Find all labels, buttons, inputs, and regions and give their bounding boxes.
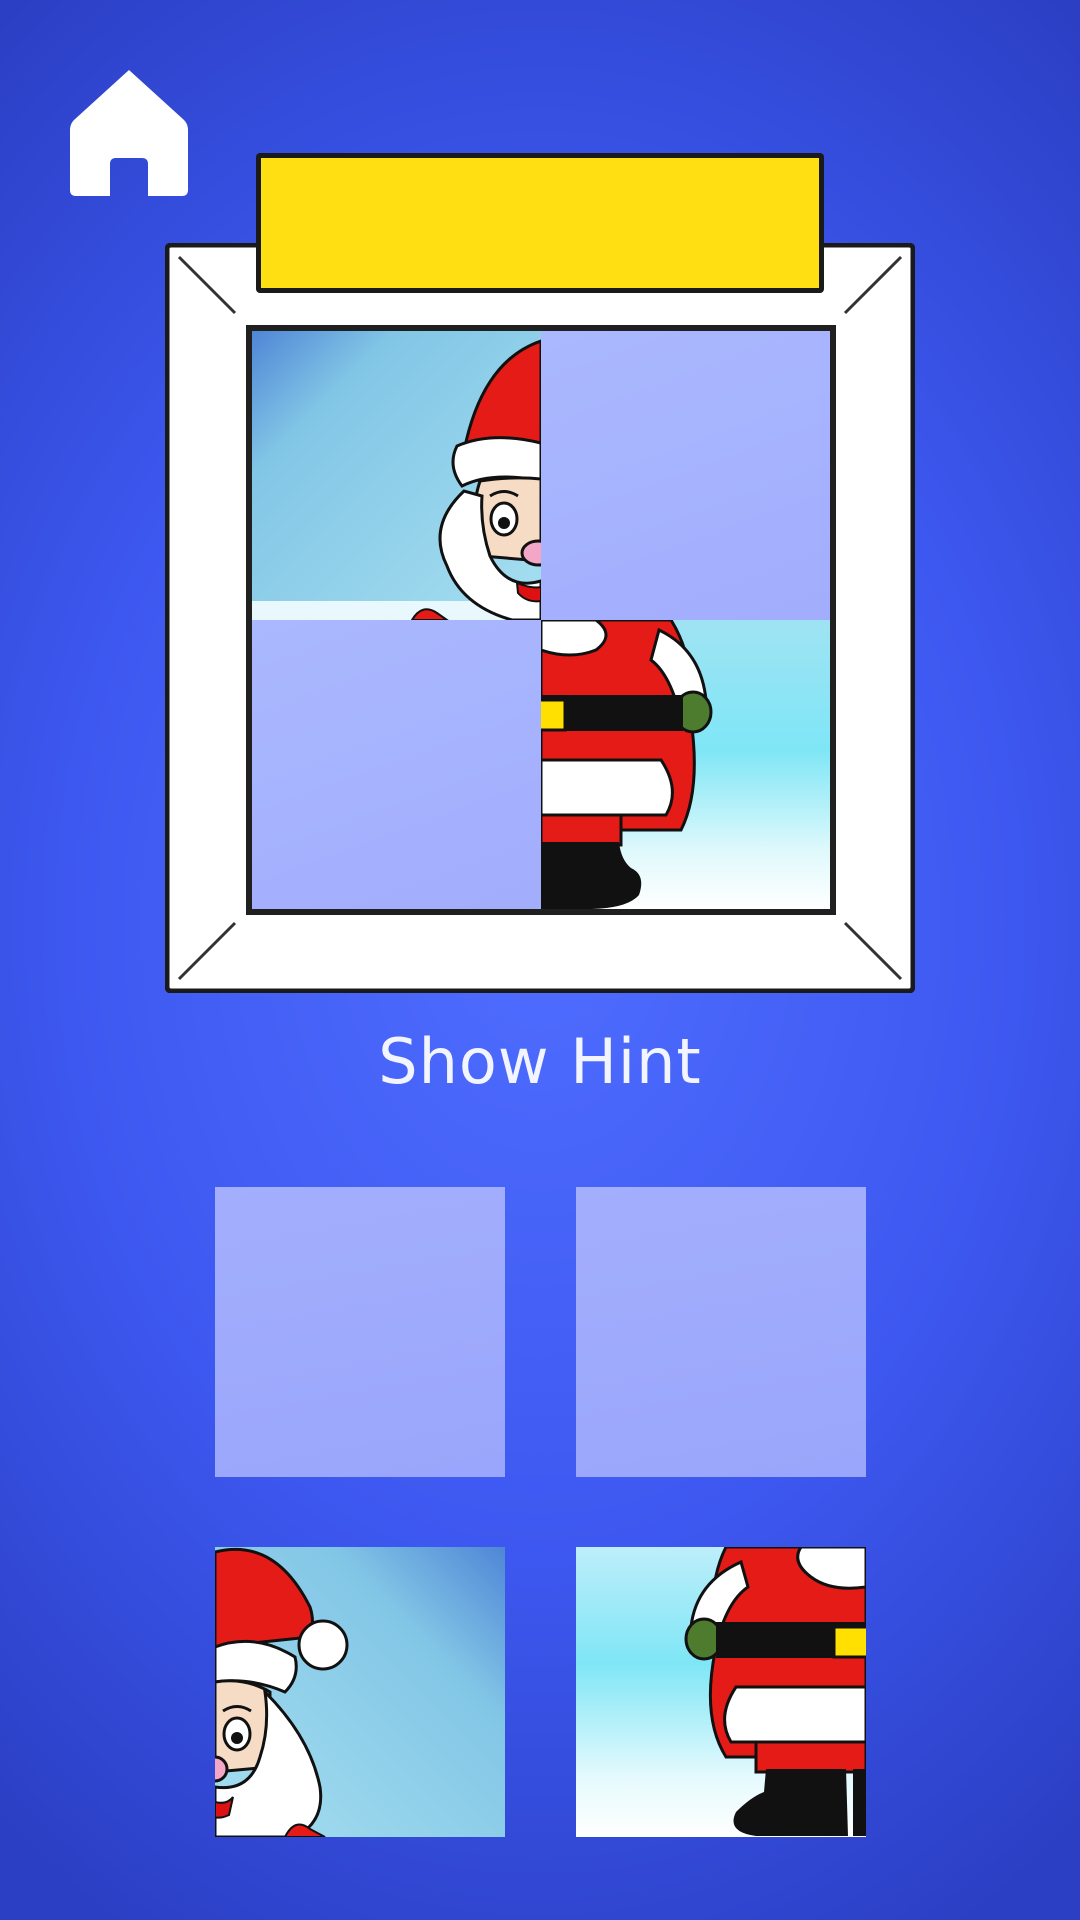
santa-head-piece [215, 1547, 505, 1837]
show-hint-button[interactable]: Show Hint [0, 1025, 1080, 1098]
santa-body-piece [576, 1547, 866, 1837]
board-cell-top-right[interactable] [541, 331, 830, 620]
home-button[interactable] [70, 68, 188, 198]
tray-piece-santa-body[interactable] [576, 1547, 866, 1837]
santa-body-piece [541, 620, 830, 909]
tray-slot-top-right[interactable] [576, 1187, 866, 1477]
tray-slot-top-left[interactable] [215, 1187, 505, 1477]
board-cell-top-left[interactable] [252, 331, 541, 620]
title-plate [256, 153, 824, 293]
board-cell-bottom-right[interactable] [541, 620, 830, 909]
santa-head-piece [252, 331, 541, 620]
home-icon [70, 70, 188, 196]
tray-piece-santa-head[interactable] [215, 1547, 505, 1837]
puzzle-board [246, 325, 836, 915]
board-cell-bottom-left[interactable] [252, 620, 541, 909]
